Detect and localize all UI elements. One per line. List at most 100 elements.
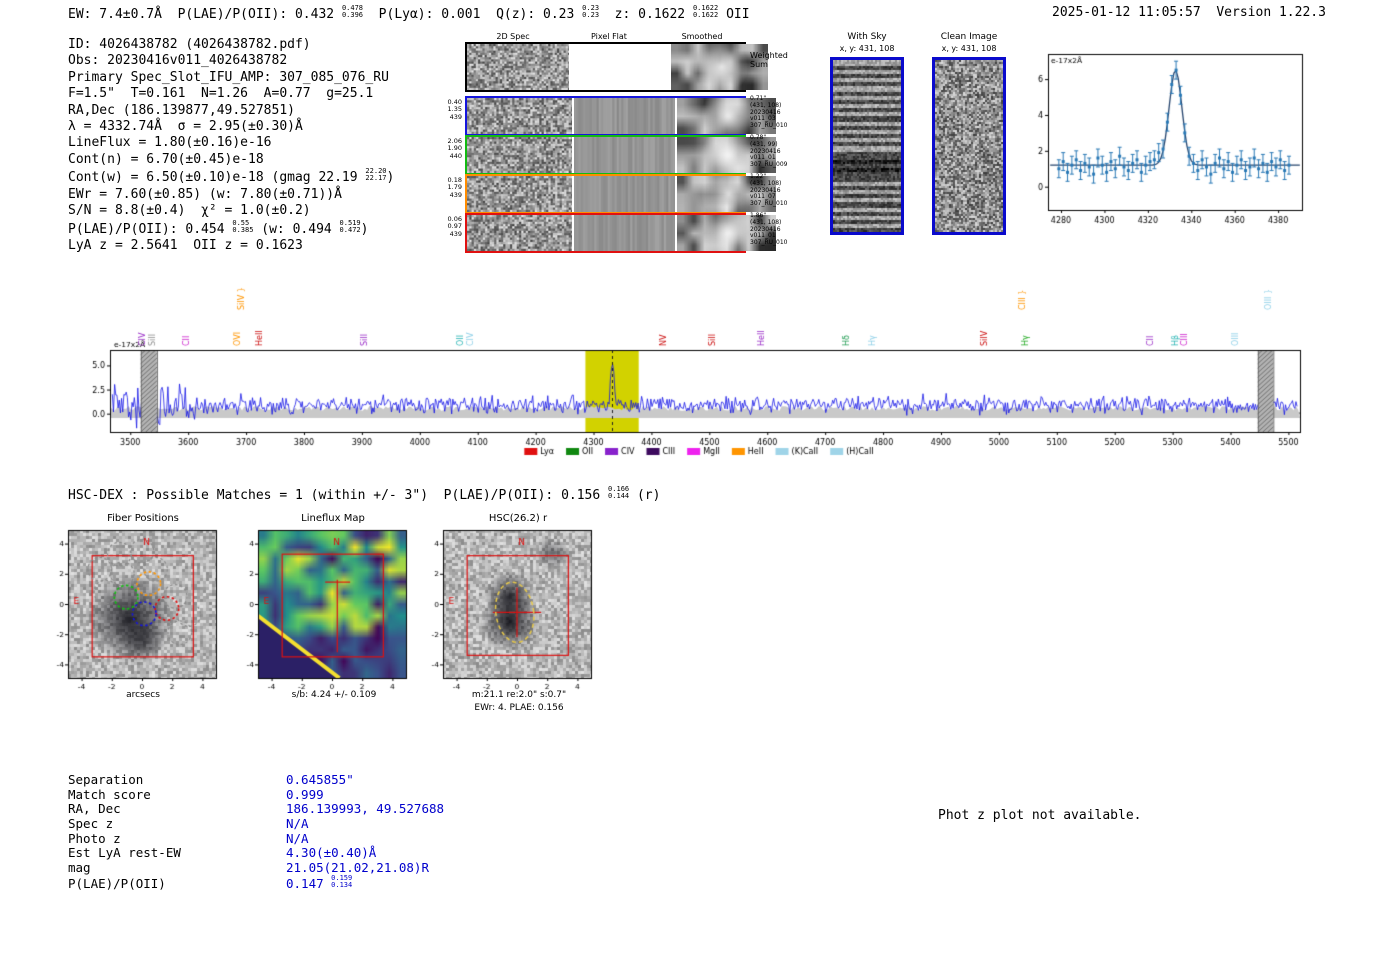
table-row-value: 0.147 0.159 0.134 — [286, 873, 353, 892]
stacked-value: 0.23 0.23 — [582, 4, 600, 20]
row3-left-values: 0.18 1.79 439 — [447, 176, 462, 199]
with-sky-title: With Sky — [847, 32, 887, 42]
row4-2d-spec-image — [467, 215, 572, 251]
row2-annotation: 0.78" (431, 99) 20230416 v011_01 307_RU_… — [750, 134, 788, 169]
clean-image-title: Clean Image — [940, 32, 998, 42]
text-segment: 186.139993, 49.527688 — [286, 801, 445, 817]
row4-annotation: 1.86" (431, 108) 20230416 v011_01 307_RU… — [750, 212, 788, 247]
table-row-value: 4.30(±0.40)Å — [286, 845, 376, 860]
table-row: Est LyA rest-EW 4.30(±0.40)Å — [68, 845, 444, 860]
header-summary: EW: 7.4±0.7Å P(LAE)/P(OII): 0.432 0.478 0… — [68, 4, 750, 23]
stacked-value: 0.478 0.396 — [341, 4, 364, 20]
row3-annotation: 1.22" (431, 108) 20230416 v011_07 307_RU… — [750, 173, 788, 208]
hsc-r-plot — [419, 526, 595, 690]
row1-left-values: 0.40 1.35 439 — [447, 98, 462, 121]
header-timestamp: 2025-01-12 11:05:57 Version 1.22.3 — [1052, 5, 1326, 20]
table-row-label: mag — [68, 860, 91, 876]
table-row: RA, Dec 186.139993, 49.527688 — [68, 801, 444, 816]
info-line: S/N = 8.8(±0.4) χ² = 1.0(±0.2) — [68, 203, 394, 219]
hsc-xlabel: m:21.1 re:2.0" s:0.7" — [471, 690, 567, 700]
table-row-label: Photo z — [68, 830, 121, 846]
emission-line-zoom-chart — [1018, 40, 1308, 236]
table-row-value: N/A — [286, 816, 309, 831]
table-row-value: 21.05(21.02,21.08)R — [286, 860, 429, 875]
row1-pixel-flat-image — [573, 98, 675, 134]
col-title-pixel-flat: Pixel Flat — [591, 32, 627, 41]
text-segment: ) — [360, 221, 369, 237]
table-row: Photo z N/A — [68, 831, 444, 846]
info-line: LineFlux = 1.80(±0.16)e-16 — [68, 135, 394, 151]
lineflux-map-plot — [234, 526, 410, 690]
table-row-label: Est LyA rest-EW — [68, 845, 181, 861]
fiber-positions-title: Fiber Positions — [107, 513, 179, 524]
stacked-value: 22.20 22.17 — [365, 167, 387, 183]
table-row: Spec z N/A — [68, 816, 444, 831]
lineflux-map-title: Lineflux Map — [301, 513, 365, 524]
row1-annotation: 0.71" (431, 108) 20230416 v011_03 307_RU… — [750, 95, 788, 130]
text-segment: EWr = 7.60(±0.85) (w: 7.80(±0.71))Å — [68, 186, 342, 202]
fiber-row-4 — [465, 213, 776, 253]
table-row-label: Spec z — [68, 816, 114, 832]
text-segment: z: 0.1622 — [599, 7, 693, 23]
stacked-value: 0.159 0.134 — [331, 873, 353, 890]
hsc-xlabel2: EWr: 4. PLAE: 0.156 — [474, 703, 564, 713]
info-line: LyA z = 2.5641 OII z = 0.1623 — [68, 238, 394, 254]
text-segment: P(LAE)/P(OII): 0.454 — [68, 221, 233, 237]
weighted-sum-label: Weighted Sum — [750, 51, 788, 69]
fiber-row-1 — [465, 96, 776, 136]
text-segment: (r) — [629, 488, 661, 504]
table-row-value: 0.999 — [286, 787, 324, 802]
text-segment: Cont(w) = 6.50(±0.10)e-18 (gmag 22.19 — [68, 170, 366, 186]
clean-image-panel — [932, 57, 1006, 235]
stacked-value: 0.55 0.385 — [232, 218, 254, 234]
text-segment: 0.147 — [286, 876, 332, 892]
clean-image — [935, 60, 1003, 232]
text-segment: λ = 4332.74Å σ = 2.95(±0.30)Å — [68, 119, 303, 135]
row4-pixel-flat-image — [573, 215, 675, 251]
stacked-value: 0.166 0.144 — [608, 485, 630, 501]
text-segment: ID: 4026438782 (4026438782.pdf) — [68, 37, 311, 52]
text-segment: RA,Dec (186.139877,49.527851) — [68, 102, 295, 118]
elixer-report-page: EW: 7.4±0.7Å P(LAE)/P(OII): 0.432 0.478 0… — [0, 0, 1400, 953]
info-line: Obs: 20230416v011_4026438782 — [68, 53, 394, 69]
text-segment: N/A — [286, 830, 309, 846]
text-segment: (w: 0.494 — [253, 221, 340, 237]
table-row: P(LAE)/P(OII) 0.147 0.159 0.134 — [68, 873, 444, 892]
text-segment: LineFlux = 1.80(±0.16)e-16 — [68, 135, 272, 151]
clean-image-coords: x, y: 431, 108 — [941, 44, 997, 53]
text-segment: 4.30(±0.40)Å — [286, 845, 377, 861]
table-row-label: RA, Dec — [68, 801, 121, 817]
text-segment: S/N = 8.8(±0.4) χ² = 1.0(±0.2) — [68, 203, 311, 219]
text-segment: Cont(n) = 6.70(±0.45)e-18 — [68, 151, 264, 167]
stacked-value: 0.1622 0.1622 — [692, 4, 719, 20]
table-row: Separation 0.645855" — [68, 772, 444, 787]
full-spectrum-chart — [75, 272, 1320, 462]
row4-left-values: 0.06 0.97 439 — [447, 215, 462, 238]
fiber-row-2 — [465, 135, 776, 175]
info-line: Cont(n) = 6.70(±0.45)e-18 — [68, 152, 394, 168]
text-segment: 0.999 — [286, 786, 324, 802]
text-segment: HSC-DEX : Possible Matches = 1 (within +… — [68, 488, 609, 504]
row2-pixel-flat-image — [573, 137, 675, 173]
text-segment: EW: 7.4±0.7Å P(LAE)/P(OII): 0.432 — [68, 7, 342, 23]
fiber-row-3 — [465, 174, 776, 214]
text-segment: Primary Spec_Slot_IFU_AMP: 307_085_076_R… — [68, 69, 389, 85]
with-sky-panel — [830, 57, 904, 235]
table-row-label: Match score — [68, 786, 151, 802]
table-row-value: 186.139993, 49.527688 — [286, 801, 444, 816]
fiber-xlabel: arcsecs — [126, 690, 160, 700]
table-row: mag 21.05(21.02,21.08)R — [68, 860, 444, 875]
weighted-pixel-flat-image — [570, 44, 670, 90]
table-row-label: P(LAE)/P(OII) — [68, 876, 166, 892]
row2-left-values: 2.06 1.90 440 — [447, 137, 462, 160]
info-line: ID: 4026438782 (4026438782.pdf) — [68, 37, 394, 53]
text-segment: 21.05(21.02,21.08)R — [286, 860, 429, 876]
col-title-smoothed: Smoothed — [681, 32, 723, 41]
info-line: RA,Dec (186.139877,49.527851) — [68, 103, 394, 119]
table-row-value: 0.645855" — [286, 772, 354, 787]
text-segment: F=1.5" T=0.161 N=1.26 A=0.77 g=25.1 — [68, 86, 374, 102]
info-line: Primary Spec_Slot_IFU_AMP: 307_085_076_R… — [68, 70, 394, 86]
text-segment: ) — [386, 170, 395, 186]
info-line: Cont(w) = 6.50(±0.10)e-18 (gmag 22.19 22… — [68, 168, 394, 187]
table-row-value: N/A — [286, 831, 309, 846]
